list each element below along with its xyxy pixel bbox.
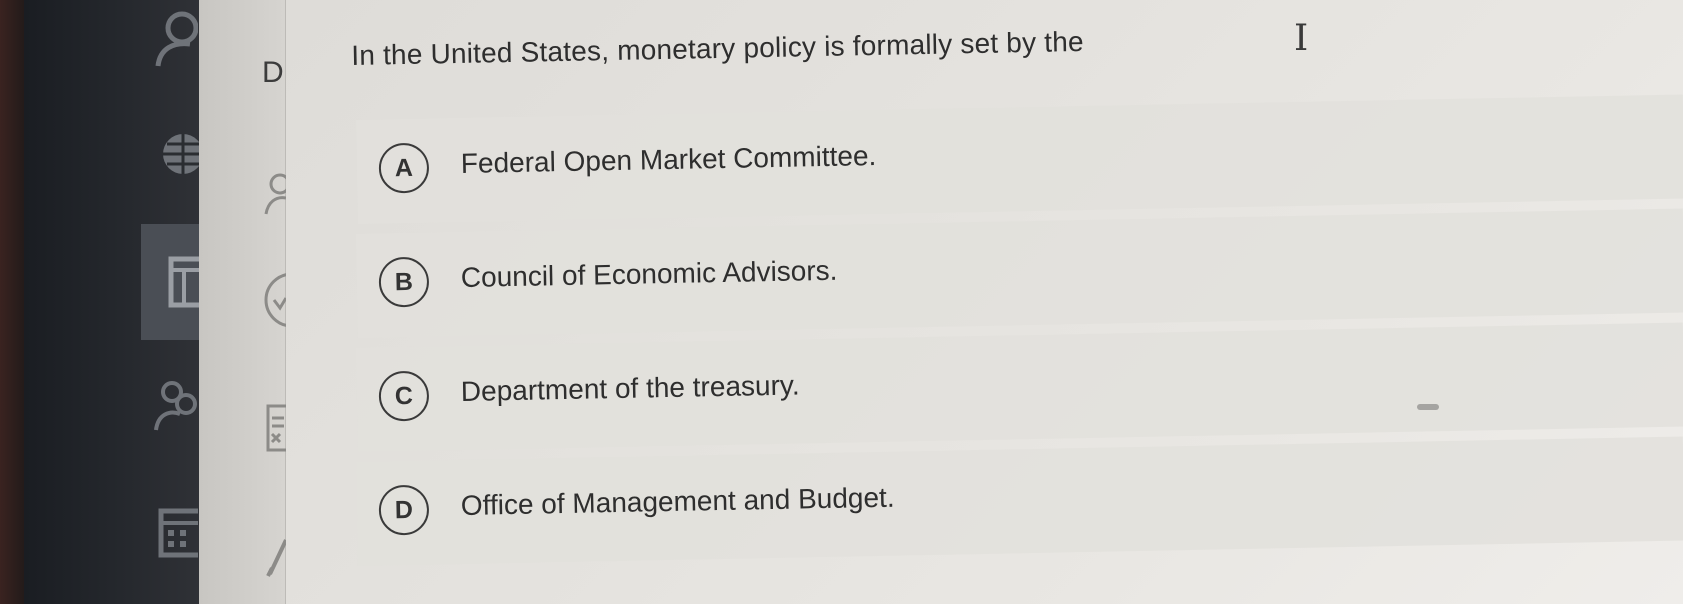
check-circle-icon[interactable] <box>262 272 286 328</box>
pencil-icon[interactable] <box>266 534 286 578</box>
user-icon[interactable] <box>150 8 198 68</box>
screen-bezel <box>0 0 24 604</box>
option-label: Office of Management and Budget. <box>460 481 895 521</box>
option-label: Department of the treasury. <box>460 369 800 407</box>
globe-icon[interactable] <box>157 130 199 180</box>
option-label: Federal Open Market Committee. <box>460 140 877 179</box>
option-label: Council of Economic Advisors. <box>460 254 838 293</box>
text-cursor-icon: I <box>1294 18 1309 59</box>
option-letter-badge: D <box>378 484 430 536</box>
layout-icon[interactable] <box>168 256 199 308</box>
option-letter-badge: C <box>378 370 430 422</box>
user-icon[interactable] <box>264 172 286 216</box>
calendar-icon[interactable] <box>158 503 198 559</box>
option-letter-badge: B <box>378 256 430 308</box>
people-icon[interactable] <box>152 378 198 434</box>
spreadsheet-icon[interactable] <box>266 404 286 454</box>
screen-smudge <box>1417 404 1439 410</box>
option-letter-badge: A <box>378 142 430 194</box>
side-panel-letter: D <box>262 56 284 89</box>
